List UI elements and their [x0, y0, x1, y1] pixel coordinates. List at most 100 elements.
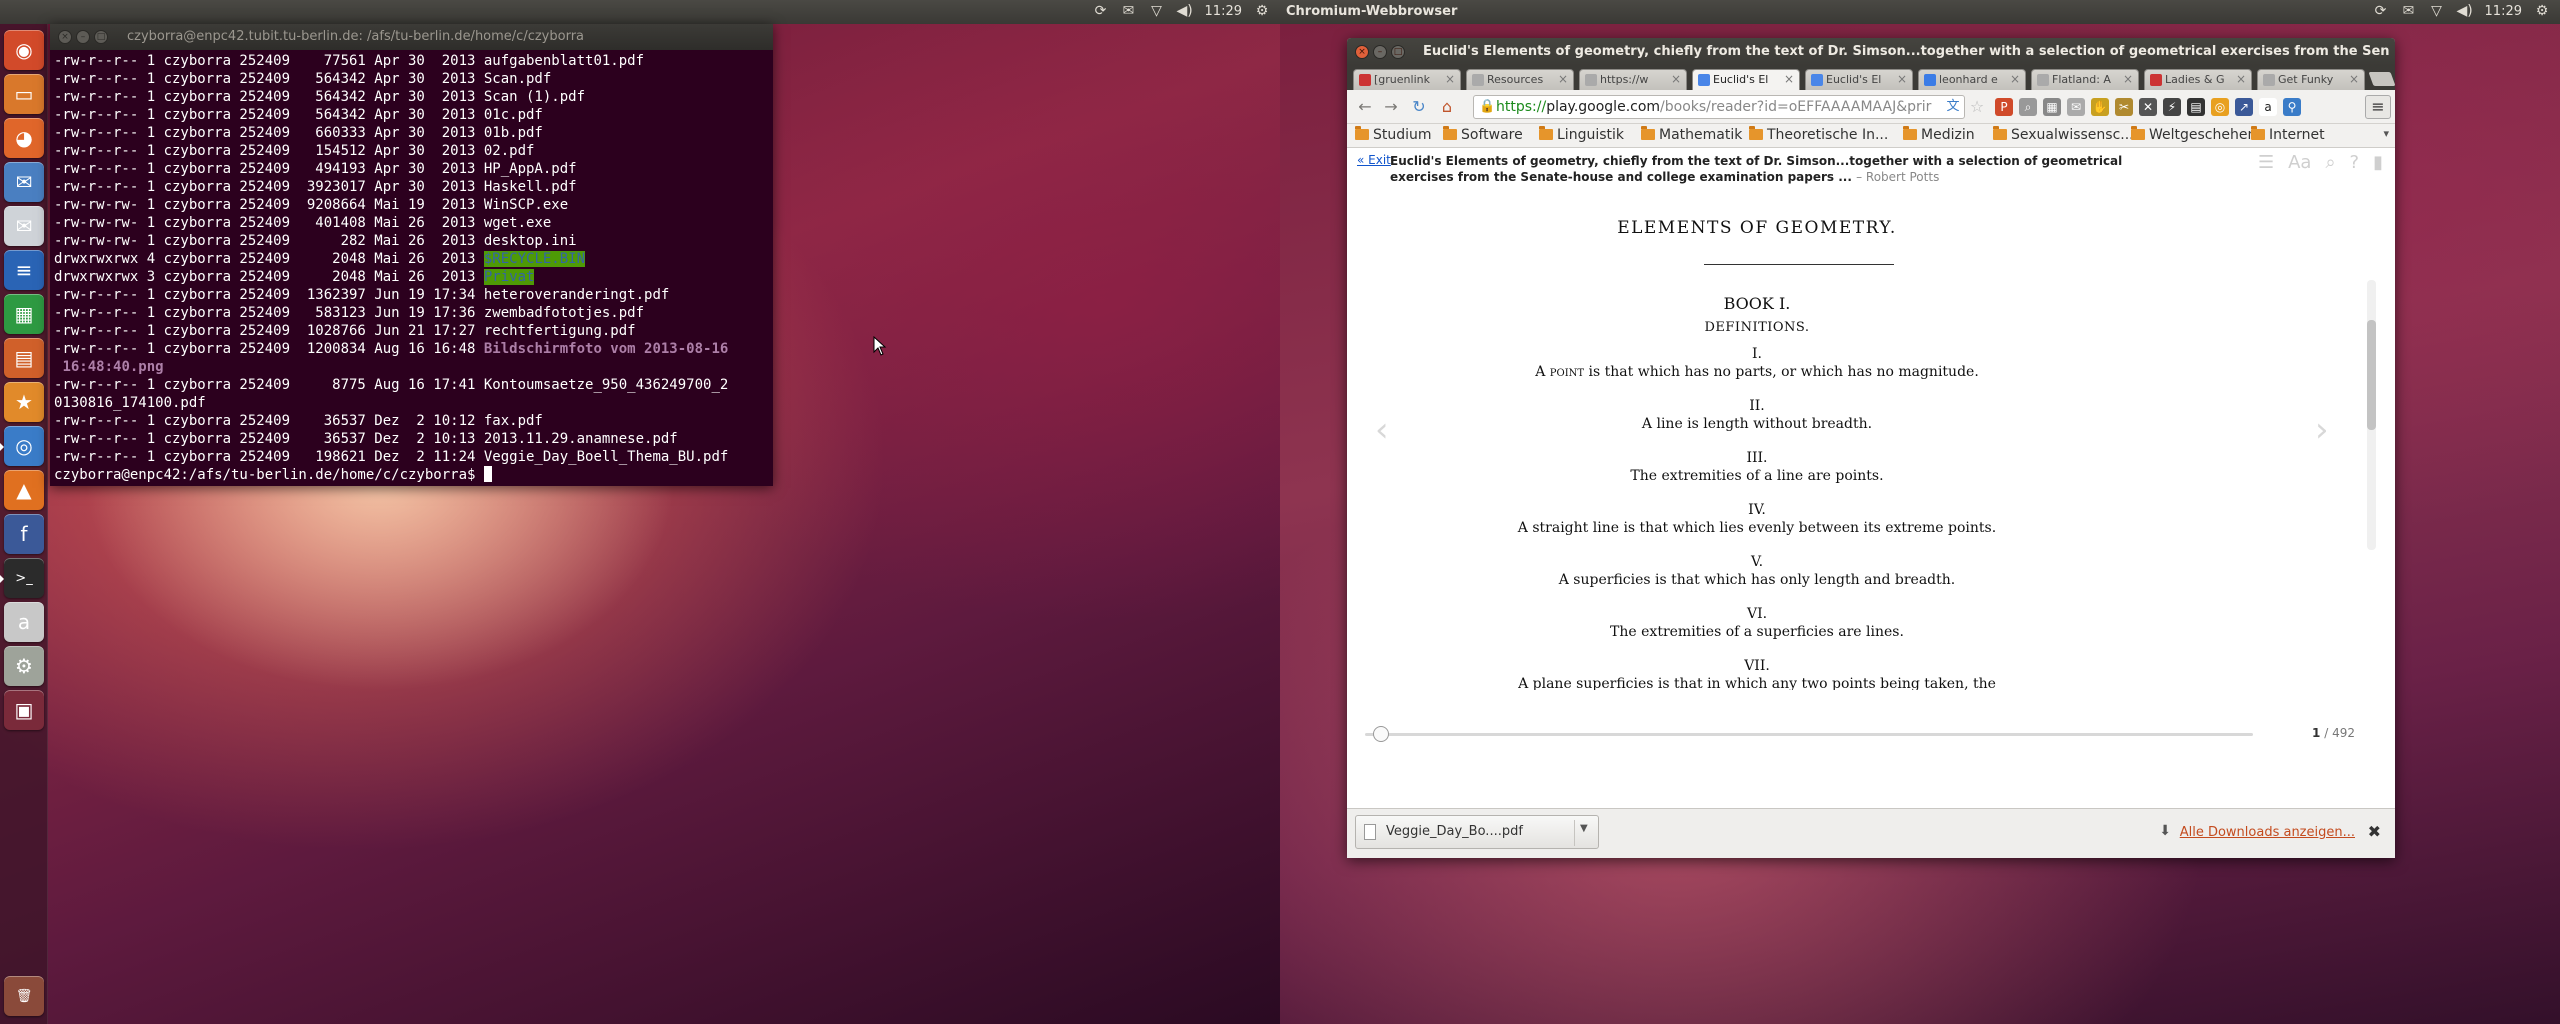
browser-tab[interactable]: Ladies & G ×	[2144, 69, 2252, 90]
clock[interactable]: 11:29	[2485, 4, 2522, 19]
new-tab-button[interactable]	[2368, 72, 2395, 86]
terminal-window[interactable]: × – □ czyborra@enpc42.tubit.tu-berlin.de…	[50, 24, 773, 486]
page-slider-knob[interactable]	[1373, 726, 1389, 742]
show-all-downloads-link[interactable]: Alle Downloads anzeigen...	[2180, 825, 2355, 840]
text-settings-icon[interactable]: Aa	[2288, 152, 2311, 173]
download-item[interactable]: Veggie_Day_Bo....pdf ▼	[1355, 815, 1599, 849]
impress-icon[interactable]: ▤	[4, 338, 44, 378]
tab-close-icon[interactable]: ×	[1558, 72, 1568, 86]
extension-share-icon[interactable]: ↗	[2235, 98, 2253, 116]
volume-icon[interactable]: ◀)	[2457, 3, 2473, 19]
previous-page-icon[interactable]: ‹	[1375, 410, 1389, 450]
session-gear-icon[interactable]: ⚙	[2534, 3, 2550, 19]
volume-icon[interactable]: ◀)	[1177, 3, 1193, 19]
extension-clipper-icon[interactable]: ✂	[2115, 98, 2133, 116]
search-icon[interactable]: ⌕	[2325, 152, 2335, 173]
bookmark-folder[interactable]: Sexualwissensc...	[1993, 126, 2134, 143]
bookmarks-more-icon[interactable]: ▾	[2383, 127, 2389, 140]
extension-hand-icon[interactable]: ✋	[2091, 98, 2109, 116]
chrome-menu-button[interactable]: ≡	[2365, 95, 2391, 119]
next-page-icon[interactable]: ›	[2315, 410, 2329, 450]
tab-close-icon[interactable]: ×	[2010, 72, 2020, 86]
dash-home-icon[interactable]: ◉	[4, 30, 44, 70]
matlab-icon[interactable]: ▲	[4, 470, 44, 510]
terminal-titlebar[interactable]: × – □ czyborra@enpc42.tubit.tu-berlin.de…	[50, 24, 773, 50]
page-slider-track[interactable]	[1365, 733, 2253, 736]
browser-titlebar[interactable]: × – □ Euclid's Elements of geometry, chi…	[1347, 38, 2395, 66]
settings-icon[interactable]: ⚙	[4, 646, 44, 686]
files-icon[interactable]: ▭	[4, 74, 44, 114]
bookmark-folder[interactable]: Mathematik	[1641, 126, 1742, 143]
amazon-icon[interactable]: a	[4, 602, 44, 642]
browser-tab[interactable]: Flatland: A ×	[2031, 69, 2139, 90]
sync-icon[interactable]: ⟳	[1093, 3, 1109, 19]
extension-mail-icon[interactable]: ✉	[2067, 98, 2085, 116]
bookmark-star-icon[interactable]: ☆	[1967, 97, 1987, 117]
clock[interactable]: 11:29	[1205, 4, 1242, 19]
tab-close-icon[interactable]: ×	[1897, 72, 1907, 86]
extension-qr-icon[interactable]: ▦	[2043, 98, 2061, 116]
terminal-icon[interactable]: >_	[0, 558, 44, 598]
maximize-icon[interactable]: □	[1391, 45, 1405, 59]
firefox-icon[interactable]: ◕	[4, 118, 44, 158]
home-icon[interactable]: ⌂	[1437, 97, 1457, 117]
bookmark-folder[interactable]: Studium	[1355, 126, 1432, 143]
browser-tab[interactable]: Get Funky ×	[2257, 69, 2365, 90]
browser-tab[interactable]: [gruenlink ×	[1353, 69, 1461, 90]
browser-tab[interactable]: Euclid's El ×	[1692, 69, 1800, 90]
extension-search-icon[interactable]: ⌕	[2019, 98, 2037, 116]
extension-pin-icon[interactable]: ⚲	[2283, 98, 2301, 116]
extension-chrome-icon[interactable]: ◎	[2211, 98, 2229, 116]
bookmark-folder[interactable]: Linguistik	[1539, 126, 1624, 143]
address-bar[interactable]: 🔒 https://play.google.com/books/reader?i…	[1473, 95, 1965, 119]
maximize-icon[interactable]: □	[94, 30, 108, 44]
browser-tab[interactable]: Resources ×	[1466, 69, 1574, 90]
tab-close-icon[interactable]: ×	[1671, 72, 1681, 86]
thunderbird-icon[interactable]: ✉	[4, 162, 44, 202]
tab-close-icon[interactable]: ×	[1445, 72, 1455, 86]
extension-amazon-icon[interactable]: a	[2259, 98, 2277, 116]
download-menu-icon[interactable]: ▼	[1580, 823, 1588, 834]
help-icon[interactable]: ?	[2350, 152, 2360, 173]
exit-link[interactable]: « Exit	[1357, 153, 1391, 167]
minimize-icon[interactable]: –	[76, 30, 90, 44]
tab-close-icon[interactable]: ×	[1784, 72, 1794, 86]
extension-pdf-icon[interactable]: P	[1995, 98, 2013, 116]
browser-tab[interactable]: leonhard e ×	[1918, 69, 2026, 90]
tab-close-icon[interactable]: ×	[2123, 72, 2133, 86]
session-gear-icon[interactable]: ⚙	[1254, 3, 1270, 19]
terminal-output[interactable]: -rw-r--r-- 1 czyborra 252409 77561 Apr 3…	[52, 52, 773, 486]
browser-tab[interactable]: https://w ×	[1579, 69, 1687, 90]
messaging-icon[interactable]: ✉	[2401, 3, 2417, 19]
browser-tab[interactable]: Euclid's El ×	[1805, 69, 1913, 90]
extension-bolt-icon[interactable]: ⚡	[2163, 98, 2181, 116]
tab-close-icon[interactable]: ×	[2349, 72, 2359, 86]
chromium-icon[interactable]: ◎	[0, 426, 44, 466]
browser-window[interactable]: × – □ Euclid's Elements of geometry, chi…	[1347, 38, 2395, 858]
tab-close-icon[interactable]: ×	[2236, 72, 2246, 86]
network-icon[interactable]: ▽	[1149, 3, 1165, 19]
mail-icon[interactable]: ✉	[4, 206, 44, 246]
extension-calendar-icon[interactable]: ▤	[2187, 98, 2205, 116]
contents-icon[interactable]: ☰	[2258, 152, 2274, 173]
bookmark-folder[interactable]: Internet	[2251, 126, 2325, 143]
close-download-shelf-icon[interactable]: ✖	[2368, 822, 2381, 841]
workspace-icon[interactable]: ▣	[4, 690, 44, 730]
facebook-icon[interactable]: f	[4, 514, 44, 554]
sync-icon[interactable]: ⟳	[2373, 3, 2389, 19]
bookmark-folder[interactable]: Weltgeschehen	[2131, 126, 2256, 143]
page-scrollbar-thumb[interactable]	[2367, 320, 2376, 430]
calc-icon[interactable]: ▦	[4, 294, 44, 334]
extension-close-icon[interactable]: ✕	[2139, 98, 2157, 116]
bookmark-icon[interactable]: ▮	[2373, 152, 2383, 173]
trash-icon[interactable]: 🗑	[4, 976, 44, 1016]
bookmark-folder[interactable]: Theoretische In...	[1749, 126, 1888, 143]
network-icon[interactable]: ▽	[2429, 3, 2445, 19]
bookmark-folder[interactable]: Software	[1443, 126, 1523, 143]
translate-icon[interactable]: 文	[1943, 97, 1963, 117]
close-icon[interactable]: ×	[58, 30, 72, 44]
minimize-icon[interactable]: –	[1373, 45, 1387, 59]
messaging-icon[interactable]: ✉	[1121, 3, 1137, 19]
close-icon[interactable]: ×	[1355, 45, 1369, 59]
forward-icon[interactable]: →	[1381, 97, 1401, 117]
